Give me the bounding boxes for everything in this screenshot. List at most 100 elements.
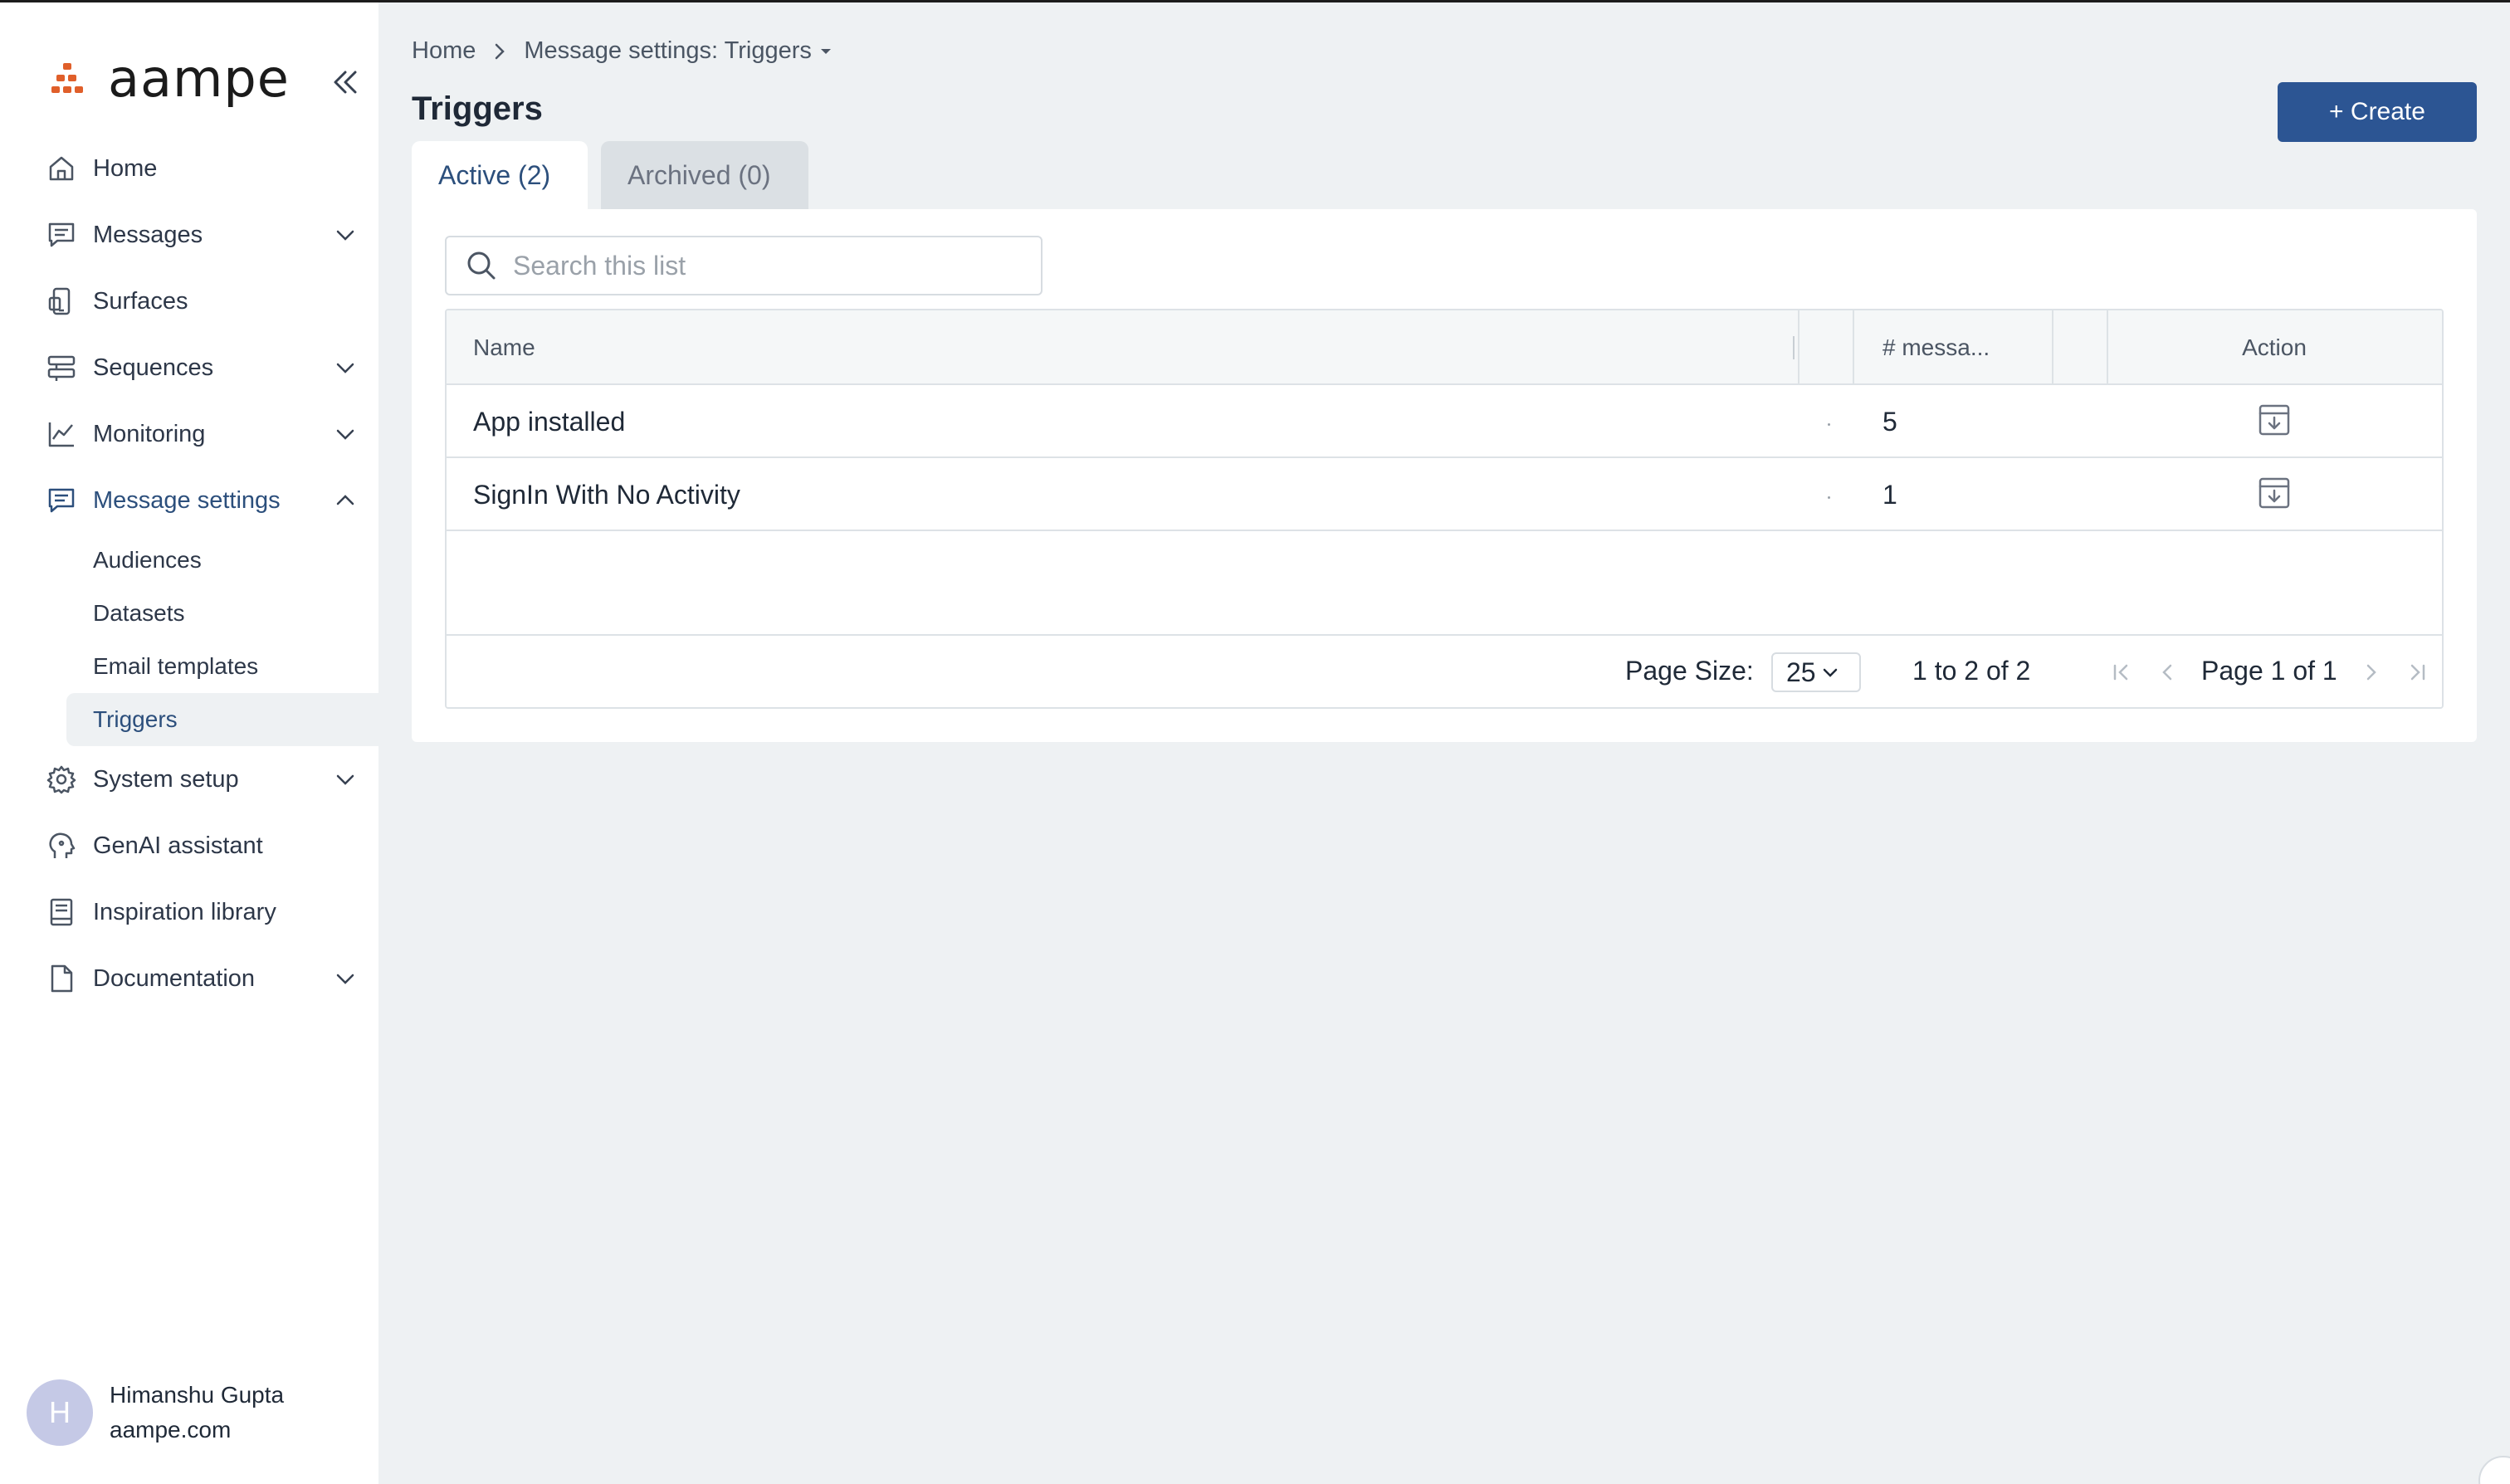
last-page-icon[interactable] xyxy=(2402,657,2432,687)
sidebar-item-genai-assistant[interactable]: GenAI assistant xyxy=(0,813,378,879)
table-row[interactable]: SignIn With No Activity 1 xyxy=(447,458,2442,531)
archive-icon[interactable] xyxy=(2256,402,2293,438)
sidebar-subitem-triggers[interactable]: Triggers xyxy=(66,693,378,746)
sidebar-subitem-audiences[interactable]: Audiences xyxy=(0,534,378,587)
trigger-name[interactable]: App installed xyxy=(473,385,625,458)
tab-archived[interactable]: Archived (0) xyxy=(601,141,808,209)
collapse-sidebar-icon[interactable] xyxy=(329,66,362,99)
column-divider xyxy=(1798,310,1799,385)
page-size-select[interactable]: 25 xyxy=(1771,652,1861,692)
document-icon xyxy=(51,964,73,993)
first-page-icon[interactable] xyxy=(2107,657,2136,687)
page-total: 1 xyxy=(2322,656,2337,686)
sidebar-item-system-setup[interactable]: System setup xyxy=(0,746,378,813)
row-marker xyxy=(1828,496,1830,499)
row-marker xyxy=(1828,423,1830,426)
sidebar-item-monitoring[interactable]: Monitoring xyxy=(0,401,378,467)
breadcrumb-current[interactable]: Message settings: Triggers xyxy=(524,37,812,65)
sidebar-item-label: Home xyxy=(93,154,158,182)
column-divider xyxy=(1853,310,1854,385)
sidebar-item-label: Sequences xyxy=(93,354,214,381)
breadcrumb-home[interactable]: Home xyxy=(412,37,476,65)
caret-down-icon[interactable] xyxy=(818,44,833,59)
message-settings-icon xyxy=(48,488,75,513)
chevron-up-icon xyxy=(336,495,354,505)
page-word: Page xyxy=(2201,656,2263,686)
app-root: aampe Home Messages Surfaces Sequences M… xyxy=(0,0,2510,1484)
table-row[interactable]: App installed 5 xyxy=(447,385,2442,458)
home-icon xyxy=(49,156,74,181)
page-size-value: 25 xyxy=(1786,657,1816,687)
sidebar-item-label: Monitoring xyxy=(93,420,206,447)
search-icon xyxy=(467,251,496,280)
message-count: 1 xyxy=(1882,479,1897,510)
range-start: 1 xyxy=(1912,656,1927,686)
sidebar-item-message-settings[interactable]: Message settings xyxy=(0,467,378,534)
sidebar-item-surfaces[interactable]: Surfaces xyxy=(0,268,378,334)
chevron-down-icon xyxy=(1823,668,1837,677)
chevron-down-icon xyxy=(336,974,354,984)
sidebar-item-label: Message settings xyxy=(93,486,281,514)
sidebar-item-sequences[interactable]: Sequences xyxy=(0,334,378,401)
page-indicator: Page 1 of 1 xyxy=(2201,656,2337,686)
create-button[interactable]: + Create xyxy=(2278,82,2477,142)
column-header-action: Action xyxy=(2242,334,2307,360)
previous-page-icon[interactable] xyxy=(2153,657,2183,687)
book-icon xyxy=(50,898,73,926)
surfaces-icon xyxy=(48,287,71,315)
page-of: of xyxy=(2293,656,2315,686)
chevron-down-icon xyxy=(336,230,354,241)
page-title: Triggers xyxy=(412,90,543,127)
column-header-messages[interactable]: # messa... xyxy=(1882,310,1990,385)
user-name: Himanshu Gupta xyxy=(110,1382,285,1408)
sidebar: aampe Home Messages Surfaces Sequences M… xyxy=(0,2,378,1484)
sequences-icon xyxy=(47,355,76,381)
sidebar-item-home[interactable]: Home xyxy=(0,135,378,202)
sidebar-item-documentation[interactable]: Documentation xyxy=(0,945,378,1012)
column-divider xyxy=(2052,310,2053,385)
triggers-table: Name # messa... Action App installed 5 S… xyxy=(445,309,2444,709)
tab-active[interactable]: Active (2) xyxy=(412,141,588,209)
search-box[interactable] xyxy=(445,236,1043,295)
message-count: 5 xyxy=(1882,406,1897,437)
column-header-name[interactable]: Name xyxy=(473,310,535,385)
column-resize-handle[interactable] xyxy=(1793,336,1795,359)
breadcrumb: Home Message settings: Triggers xyxy=(412,37,833,65)
triggers-panel: Name # messa... Action App installed 5 xyxy=(412,209,2477,742)
sidebar-item-label: Inspiration library xyxy=(93,898,276,925)
avatar: H xyxy=(27,1379,93,1446)
sidebar-item-label: Messages xyxy=(93,221,203,248)
main-content: Home Message settings: Triggers Triggers… xyxy=(378,2,2510,1484)
sidebar-item-messages[interactable]: Messages xyxy=(0,202,378,268)
sidebar-nav: Home Messages Surfaces Sequences Monitor… xyxy=(0,135,378,1012)
user-profile[interactable]: H Himanshu Gupta aampe.com xyxy=(27,1378,284,1447)
sidebar-item-label: GenAI assistant xyxy=(93,832,263,859)
sidebar-subitem-email-templates[interactable]: Email templates xyxy=(0,640,378,693)
archive-icon[interactable] xyxy=(2256,475,2293,511)
page-size-label: Page Size: xyxy=(1625,656,1754,686)
chevron-down-icon xyxy=(336,429,354,440)
gear-icon xyxy=(46,765,76,794)
search-input[interactable] xyxy=(513,250,1011,281)
pagination-bar: Page Size: 25 1 to 2 of 2 Page 1 of 1 xyxy=(447,634,2442,707)
table-header: Name # messa... Action xyxy=(447,310,2442,385)
sidebar-item-label: System setup xyxy=(93,765,239,793)
row-range: 1 to 2 of 2 xyxy=(1912,656,2030,686)
genai-icon xyxy=(49,832,76,858)
range-to: to xyxy=(1934,656,1957,686)
page-current: 1 xyxy=(2270,656,2286,686)
chevron-down-icon xyxy=(336,774,354,785)
tab-bar: Active (2) Archived (0) xyxy=(412,141,808,209)
message-icon xyxy=(48,222,75,247)
range-of: of xyxy=(1985,656,2009,686)
logo[interactable]: aampe xyxy=(51,48,290,109)
aampe-logo-icon xyxy=(51,60,88,96)
sidebar-item-inspiration-library[interactable]: Inspiration library xyxy=(0,879,378,945)
range-end: 2 xyxy=(1964,656,1980,686)
trigger-name[interactable]: SignIn With No Activity xyxy=(473,458,740,531)
range-total: 2 xyxy=(2015,656,2031,686)
sidebar-subitem-datasets[interactable]: Datasets xyxy=(0,587,378,640)
sidebar-item-label: Surfaces xyxy=(93,287,188,315)
chart-line-icon xyxy=(48,422,74,447)
next-page-icon[interactable] xyxy=(2356,657,2385,687)
